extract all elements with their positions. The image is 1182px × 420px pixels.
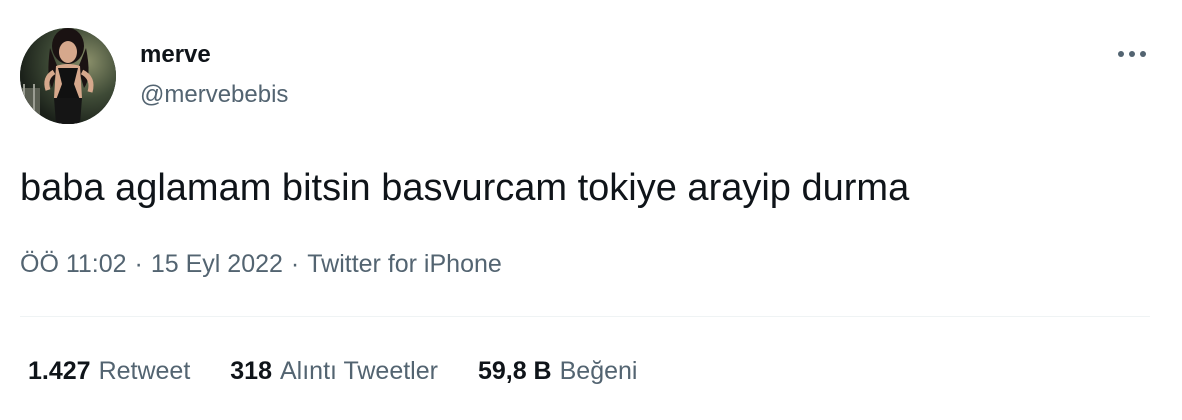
retweets-stat[interactable]: 1.427 Retweet (28, 355, 190, 387)
likes-stat[interactable]: 59,8 B Beğeni (478, 355, 638, 387)
likes-label: Beğeni (559, 357, 638, 385)
quotes-count: 318 (230, 357, 272, 385)
retweets-label: Retweet (98, 357, 191, 385)
divider (20, 316, 1150, 317)
tweet-time-link[interactable]: ÖÖ 11:02 · 15 Eyl 2022 (20, 250, 283, 278)
tweet-meta: ÖÖ 11:02 · 15 Eyl 2022 · Twitter for iPhone (20, 248, 502, 280)
likes-count: 59,8 B (477, 357, 552, 385)
more-options-button[interactable] (1112, 40, 1152, 68)
tweet-card: merve @mervebebis baba aglamam bitsin ba… (0, 0, 1182, 420)
tweet-source-link[interactable]: Twitter for iPhone (307, 250, 502, 278)
avatar-photo (20, 28, 116, 124)
more-horizontal-icon (1118, 51, 1146, 57)
quotes-label: Alıntı Tweetler (280, 357, 438, 385)
avatar[interactable] (20, 28, 116, 124)
meta-separator: · (290, 250, 300, 278)
retweets-count: 1.427 (28, 357, 91, 385)
quotes-stat[interactable]: 318 Alıntı Tweetler (230, 355, 438, 387)
meta-separator: · (134, 250, 143, 278)
tweet-time: ÖÖ 11:02 (20, 250, 127, 278)
tweet-date: 15 Eyl 2022 (150, 250, 283, 278)
author-handle[interactable]: @mervebebis (140, 80, 288, 110)
tweet-stats: 1.427 Retweet 318 Alıntı Tweetler 59,8 B Be… (28, 355, 637, 387)
tweet-text: baba aglamam bitsin basvurcam tokiye ara… (20, 167, 910, 209)
author-display-name[interactable]: merve (140, 40, 211, 70)
